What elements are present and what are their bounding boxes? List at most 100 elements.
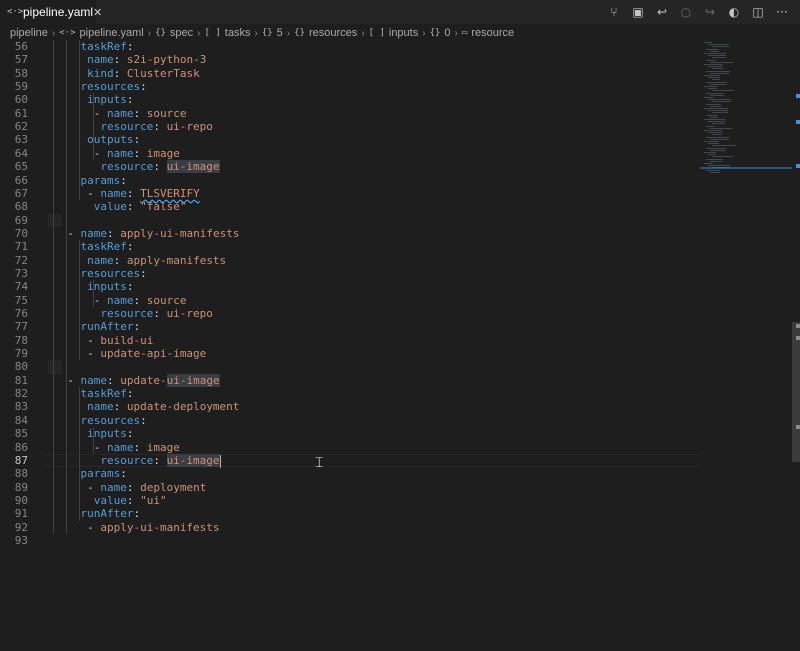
yaml-key: resource bbox=[100, 307, 154, 320]
code-line[interactable]: 62 resource: ui-repo bbox=[0, 120, 700, 133]
yaml-punctuation: : bbox=[126, 200, 141, 214]
line-content: taskRef: bbox=[80, 387, 133, 400]
scrollbar-thumb[interactable] bbox=[792, 322, 800, 462]
code-line[interactable]: 78 - build-ui bbox=[0, 334, 700, 347]
code-line[interactable]: 80 bbox=[0, 360, 700, 373]
code-line[interactable]: 85 inputs: bbox=[0, 427, 700, 440]
breadcrumb-label: tasks bbox=[224, 27, 251, 39]
minimap-line bbox=[708, 44, 729, 46]
code-line[interactable]: 75 - name: source bbox=[0, 294, 700, 307]
line-number: 70 bbox=[14, 226, 28, 240]
code-line[interactable]: 86 - name: image bbox=[0, 441, 700, 454]
minimap-line bbox=[704, 75, 720, 76]
code-line[interactable]: 67 - name: TLSVERIFY bbox=[0, 187, 700, 200]
code-line[interactable]: 66 params: bbox=[0, 174, 700, 187]
code-line[interactable]: 69 bbox=[0, 214, 700, 227]
go-forward-icon[interactable]: ↪ bbox=[698, 5, 722, 19]
breadcrumb-item[interactable]: [ ] tasks bbox=[205, 27, 251, 39]
yaml-value: deployment bbox=[140, 480, 207, 494]
code-line[interactable]: 61 - name: source bbox=[0, 107, 700, 120]
source-control-icon[interactable]: ⑂ bbox=[602, 5, 626, 19]
code-line[interactable]: 56 taskRef: bbox=[0, 40, 700, 53]
code-line[interactable]: 89 - name: deployment bbox=[0, 481, 700, 494]
line-number: 72 bbox=[14, 253, 28, 267]
line-content: inputs: bbox=[87, 427, 133, 440]
yaml-value: ui-repo bbox=[166, 307, 213, 320]
code-line[interactable]: 91 runAfter: bbox=[0, 507, 700, 520]
line-content: value: "ui" bbox=[94, 494, 167, 507]
code-line[interactable]: 84 resources: bbox=[0, 414, 700, 427]
code-line[interactable]: 87 resource: ui-image bbox=[0, 453, 700, 467]
yaml-punctuation: : bbox=[126, 93, 134, 107]
code-line[interactable]: 92 - apply-ui-manifests bbox=[0, 521, 700, 534]
chevron-right-icon: › bbox=[422, 27, 426, 39]
minimap-line bbox=[710, 116, 718, 118]
yaml-value: update-api-image bbox=[100, 347, 207, 361]
yaml-punctuation: - bbox=[67, 373, 81, 387]
breadcrumb-item[interactable]: ▭ resource bbox=[462, 27, 514, 39]
yaml-key: resources bbox=[80, 80, 141, 94]
code-line[interactable]: 73 resources: bbox=[0, 267, 700, 280]
breadcrumb-item[interactable]: {} 0 bbox=[430, 27, 451, 39]
code-line[interactable]: 59 resources: bbox=[0, 80, 700, 93]
yaml-value: apply-ui-manifests bbox=[120, 226, 240, 240]
code-line[interactable]: 90 value: "ui" bbox=[0, 494, 700, 507]
code-line[interactable]: 58 kind: ClusterTask bbox=[0, 67, 700, 80]
breadcrumb-label: inputs bbox=[388, 27, 419, 39]
code-line[interactable]: 60 inputs: bbox=[0, 93, 700, 106]
minimap-line bbox=[710, 72, 730, 74]
code-line[interactable]: 71 taskRef: bbox=[0, 240, 700, 253]
minimap-line bbox=[708, 88, 717, 90]
code-line[interactable]: 72 name: apply-manifests bbox=[0, 254, 700, 267]
code-line[interactable]: 77 runAfter: bbox=[0, 320, 700, 333]
code-line[interactable]: 74 inputs: bbox=[0, 280, 700, 293]
breadcrumb-item[interactable]: {} spec bbox=[155, 27, 193, 39]
breadcrumb-item[interactable]: {} 5 bbox=[262, 27, 283, 39]
split-editor-icon[interactable]: ◫ bbox=[746, 5, 770, 19]
go-center-icon[interactable]: ○ bbox=[674, 5, 698, 19]
breadcrumb-item[interactable]: <·> pipeline.yaml bbox=[59, 27, 143, 39]
breadcrumb-item[interactable]: {} resources bbox=[294, 27, 357, 39]
close-icon[interactable]: ✕ bbox=[93, 6, 102, 19]
vertical-scrollbar[interactable] bbox=[792, 40, 800, 651]
yaml-value: ui-image bbox=[166, 453, 220, 467]
breadcrumb-label: 0 bbox=[444, 27, 451, 39]
code-editor[interactable]: 56 taskRef: 57 name: s2i-python-3 58 kind: Cl… bbox=[0, 40, 700, 651]
go-back-icon[interactable]: ↩ bbox=[650, 5, 674, 19]
minimap-line bbox=[710, 171, 720, 173]
yaml-punctuation: - bbox=[87, 520, 101, 534]
minimap-line bbox=[706, 169, 720, 171]
code-line[interactable]: 64 - name: image bbox=[0, 147, 700, 160]
tab-pipeline-yaml[interactable]: <·> pipeline.yaml ✕ bbox=[0, 0, 102, 24]
open-preview-icon[interactable]: ▣ bbox=[626, 5, 650, 19]
yaml-punctuation: : bbox=[113, 66, 127, 80]
code-line[interactable]: 93 bbox=[0, 534, 700, 547]
breadcrumb-item[interactable]: [ ] inputs bbox=[369, 27, 419, 39]
minimap-line bbox=[704, 53, 726, 54]
yaml-punctuation: : bbox=[126, 387, 134, 401]
minimap-line bbox=[706, 147, 726, 149]
code-line[interactable]: 57 name: s2i-python-3 bbox=[0, 53, 700, 66]
indent-guide-fill bbox=[48, 213, 62, 227]
minimap-cursor-highlight bbox=[700, 167, 792, 169]
breadcrumb-item[interactable]: pipeline bbox=[10, 27, 48, 39]
yaml-key: name bbox=[87, 400, 114, 414]
minimap-line bbox=[708, 77, 720, 79]
code-line[interactable]: 65 resource: ui-image bbox=[0, 160, 700, 174]
code-line[interactable]: 63 outputs: bbox=[0, 133, 700, 146]
code-line[interactable]: 70 - name: apply-ui-manifests bbox=[0, 227, 700, 240]
yaml-key: params bbox=[80, 173, 121, 187]
code-line[interactable]: 68 value: "false" bbox=[0, 200, 700, 213]
code-line[interactable]: 76 resource: ui-repo bbox=[0, 307, 700, 320]
line-content: name: apply-manifests bbox=[87, 254, 226, 267]
code-line[interactable]: 83 name: update-deployment bbox=[0, 400, 700, 413]
code-line[interactable]: 88 params: bbox=[0, 467, 700, 480]
code-line[interactable]: 81 - name: update-ui-image bbox=[0, 373, 700, 387]
more-actions-icon[interactable]: ··· bbox=[770, 5, 794, 19]
toggle-icon[interactable]: ◐ bbox=[722, 5, 746, 19]
yaml-key: runAfter bbox=[80, 320, 134, 334]
yaml-punctuation: : bbox=[106, 226, 121, 240]
minimap[interactable] bbox=[700, 40, 792, 180]
code-line[interactable]: 79 - update-api-image bbox=[0, 347, 700, 360]
code-line[interactable]: 82 taskRef: bbox=[0, 387, 700, 400]
